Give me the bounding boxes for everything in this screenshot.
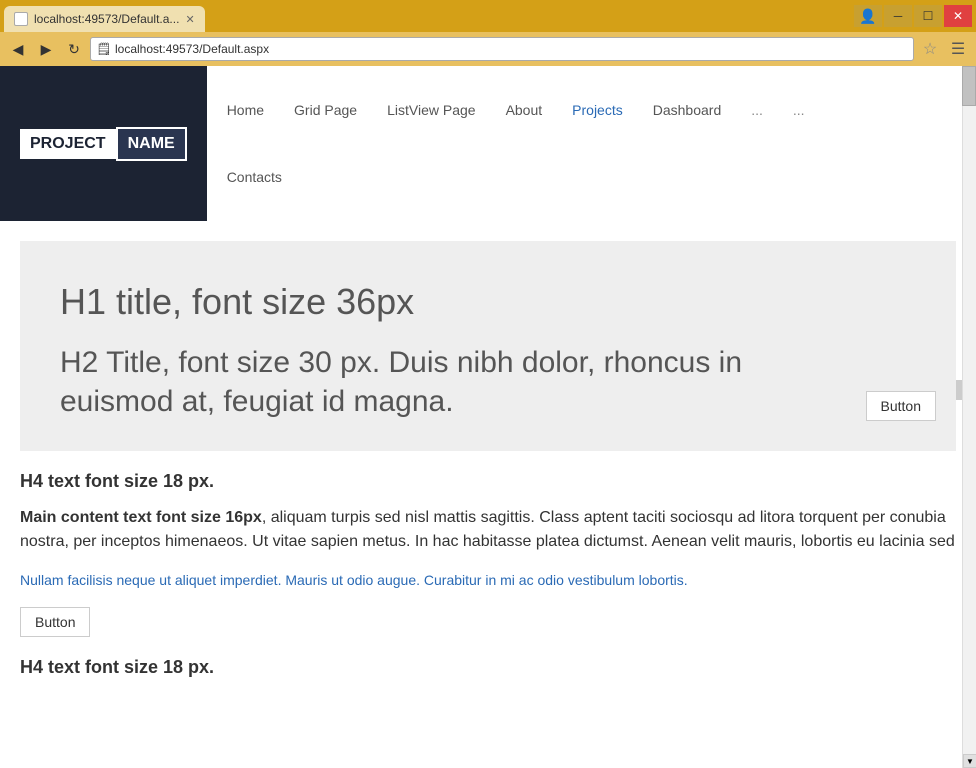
resize-handle[interactable] (956, 380, 962, 400)
close-button[interactable]: ✕ (944, 5, 972, 27)
page-icon: 🗒 (97, 42, 111, 56)
nav-area: Home Grid Page ListView Page About Proje… (207, 66, 976, 221)
nav-about[interactable]: About (506, 102, 543, 118)
nav-projects[interactable]: Projects (572, 102, 623, 118)
hero-h1: H1 title, font size 36px (60, 281, 916, 323)
nav-row-1: Home Grid Page ListView Page About Proje… (227, 102, 956, 118)
logo: PROJECT NAME (20, 127, 187, 161)
nav-ellipsis-1[interactable]: ... (751, 102, 763, 118)
tab-area: localhost:49573/Default.a... ✕ (4, 0, 205, 32)
logo-name-text: NAME (116, 127, 187, 161)
nav-row-2: Contacts (227, 169, 956, 185)
title-bar: localhost:49573/Default.a... ✕ 👤 ─ ☐ ✕ (0, 0, 976, 32)
maximize-button[interactable]: ☐ (914, 5, 942, 27)
nav-grid-page[interactable]: Grid Page (294, 102, 357, 118)
main-text-bold: Main content text font size 16px (20, 509, 262, 526)
content-section: H4 text font size 18 px. Main content te… (0, 451, 976, 698)
browser-menu-icon[interactable]: ☰ (946, 37, 970, 61)
content-button[interactable]: Button (20, 607, 90, 637)
browser-tab[interactable]: localhost:49573/Default.a... ✕ (4, 6, 205, 32)
nav-dashboard[interactable]: Dashboard (653, 102, 722, 118)
tab-favicon (14, 12, 28, 26)
address-text: localhost:49573/Default.aspx (115, 42, 269, 56)
user-icon-button[interactable]: 👤 (854, 5, 882, 27)
site-header: PROJECT NAME Home Grid Page ListView Pag… (0, 66, 976, 221)
nav-contacts[interactable]: Contacts (227, 169, 282, 185)
bookmark-star-icon[interactable]: ☆ (918, 37, 942, 61)
scrollbar-track: ▲ ▼ (962, 66, 976, 768)
nav-home[interactable]: Home (227, 102, 264, 118)
tab-close-icon[interactable]: ✕ (185, 13, 194, 26)
browser-chrome: localhost:49573/Default.a... ✕ 👤 ─ ☐ ✕ ◀… (0, 0, 976, 66)
scrollbar-arrow-down[interactable]: ▼ (963, 754, 976, 768)
page-content: PROJECT NAME Home Grid Page ListView Pag… (0, 66, 976, 768)
link-paragraph: Nullam facilisis neque ut aliquet imperd… (20, 570, 956, 591)
refresh-button[interactable]: ↻ (62, 37, 86, 61)
main-paragraph: Main content text font size 16px, aliqua… (20, 506, 956, 554)
nav-buttons: ◀ ▶ ↻ (6, 37, 86, 61)
tab-title: localhost:49573/Default.a... (34, 12, 179, 26)
h4-title-1: H4 text font size 18 px. (20, 471, 956, 492)
hero-h2: H2 Title, font size 30 px. Duis nibh dol… (60, 343, 860, 421)
logo-project-text: PROJECT (20, 129, 116, 159)
logo-area: PROJECT NAME (0, 66, 207, 221)
nav-listview-page[interactable]: ListView Page (387, 102, 475, 118)
scrollbar-thumb[interactable] (962, 66, 976, 106)
h4-title-2: H4 text font size 18 px. (20, 657, 956, 678)
window-controls: 👤 ─ ☐ ✕ (854, 5, 972, 27)
forward-button[interactable]: ▶ (34, 37, 58, 61)
hero-button[interactable]: Button (866, 391, 936, 421)
address-bar-input[interactable]: 🗒 localhost:49573/Default.aspx (90, 37, 914, 61)
nav-ellipsis-2[interactable]: ... (793, 102, 805, 118)
minimize-button[interactable]: ─ (884, 5, 912, 27)
hero-section: H1 title, font size 36px H2 Title, font … (20, 241, 956, 451)
back-button[interactable]: ◀ (6, 37, 30, 61)
address-bar: ◀ ▶ ↻ 🗒 localhost:49573/Default.aspx ☆ ☰ (0, 32, 976, 66)
